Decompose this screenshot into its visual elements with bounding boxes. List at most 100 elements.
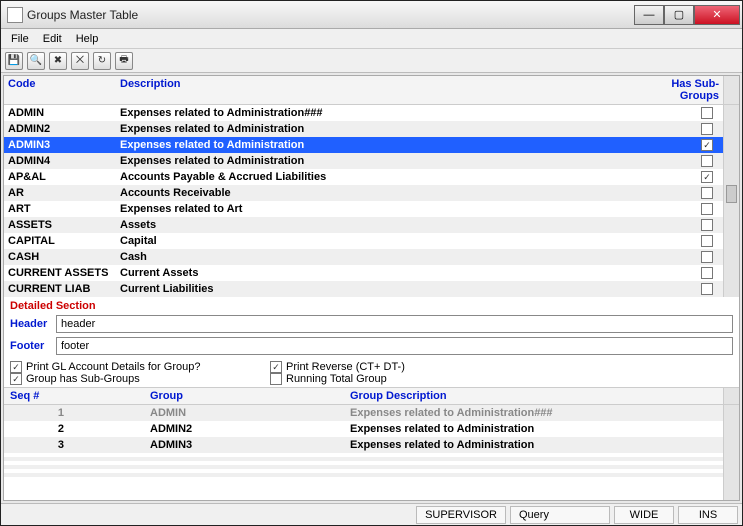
- table-row[interactable]: ADMIN3Expenses related to Administration…: [4, 137, 723, 153]
- cell-group: ADMIN2: [144, 421, 344, 437]
- opt-has-sub[interactable]: ✓ Group has Sub-Groups: [10, 373, 230, 385]
- cell-desc: Accounts Payable & Accrued Liabilities: [116, 169, 653, 185]
- checkbox-icon[interactable]: [701, 251, 713, 263]
- list-item-empty: [4, 477, 723, 481]
- cell-code: AP&AL: [4, 169, 116, 185]
- subgrid-body: 1ADMINExpenses related to Administration…: [4, 405, 739, 500]
- footer-label: Footer: [10, 340, 52, 352]
- table-row[interactable]: CURRENT LIABCurrent Liabilities: [4, 281, 723, 297]
- main-grid-body: ADMINExpenses related to Administration#…: [4, 105, 739, 297]
- checkbox-icon[interactable]: ✓: [701, 139, 713, 151]
- checkbox-icon[interactable]: [701, 267, 713, 279]
- table-row[interactable]: ADMIN4Expenses related to Administration: [4, 153, 723, 169]
- subgrid-header: Seq # Group Group Description: [4, 387, 739, 405]
- checkbox-icon[interactable]: ✓: [270, 361, 282, 373]
- main-grid-scrollbar[interactable]: [723, 105, 739, 297]
- checkbox-icon[interactable]: [270, 373, 282, 385]
- list-item[interactable]: 1ADMINExpenses related to Administration…: [4, 405, 723, 421]
- toolbar: 💾 🔍 ✖ ⨉ ↻ 🖶: [1, 49, 742, 73]
- detailed-section-label: Detailed Section: [4, 297, 739, 313]
- opt-print-rev[interactable]: ✓ Print Reverse (CT+ DT-): [270, 361, 490, 373]
- checkbox-icon[interactable]: [701, 283, 713, 295]
- menu-file[interactable]: File: [5, 31, 35, 47]
- cell-desc: Capital: [116, 233, 653, 249]
- options-panel: ✓ Print GL Account Details for Group? ✓ …: [4, 357, 739, 387]
- cell-groupdesc: Expenses related to Administration: [344, 421, 723, 437]
- status-wide[interactable]: WIDE: [614, 506, 674, 524]
- cell-code: ADMIN2: [4, 121, 116, 137]
- checkbox-icon[interactable]: [701, 107, 713, 119]
- cell-desc: Expenses related to Administration: [116, 121, 653, 137]
- main-window: Groups Master Table — ▢ ✕ File Edit Help…: [0, 0, 743, 526]
- col-header-desc[interactable]: Description: [116, 76, 653, 104]
- checkbox-icon[interactable]: [701, 187, 713, 199]
- opt-run-total[interactable]: Running Total Group: [270, 373, 490, 385]
- col-header-hassub[interactable]: Has Sub-Groups: [653, 76, 723, 104]
- table-row[interactable]: ARTExpenses related to Art: [4, 201, 723, 217]
- cancel-icon[interactable]: ⨉: [71, 52, 89, 70]
- cell-seq: 2: [4, 421, 144, 437]
- cell-code: ADMIN4: [4, 153, 116, 169]
- col-header-code[interactable]: Code: [4, 76, 116, 104]
- cell-desc: Accounts Receivable: [116, 185, 653, 201]
- cell-code: CURRENT ASSETS: [4, 265, 116, 281]
- table-row[interactable]: CAPITALCapital: [4, 233, 723, 249]
- cell-desc: Expenses related to Administration###: [116, 105, 653, 121]
- header-label: Header: [10, 318, 52, 330]
- header-input[interactable]: [56, 315, 733, 333]
- cell-group: ADMIN: [144, 405, 344, 421]
- app-icon: [7, 7, 23, 23]
- opt-run-total-label: Running Total Group: [286, 373, 387, 385]
- checkbox-icon[interactable]: [701, 219, 713, 231]
- search-icon[interactable]: 🔍: [27, 52, 45, 70]
- cell-seq: 3: [4, 437, 144, 453]
- main-grid-header: Code Description Has Sub-Groups: [4, 76, 739, 105]
- checkbox-icon[interactable]: [701, 155, 713, 167]
- table-row[interactable]: ADMIN2Expenses related to Administration: [4, 121, 723, 137]
- close-button[interactable]: ✕: [694, 5, 740, 25]
- table-row[interactable]: CURRENT ASSETSCurrent Assets: [4, 265, 723, 281]
- table-row[interactable]: CASHCash: [4, 249, 723, 265]
- print-icon[interactable]: 🖶: [115, 52, 133, 70]
- opt-print-gl[interactable]: ✓ Print GL Account Details for Group?: [10, 361, 230, 373]
- cell-groupdesc: Expenses related to Administration: [344, 437, 723, 453]
- titlebar[interactable]: Groups Master Table — ▢ ✕: [1, 1, 742, 29]
- list-item[interactable]: 2ADMIN2Expenses related to Administratio…: [4, 421, 723, 437]
- list-item[interactable]: 3ADMIN3Expenses related to Administratio…: [4, 437, 723, 453]
- refresh-icon[interactable]: ↻: [93, 52, 111, 70]
- opt-print-rev-label: Print Reverse (CT+ DT-): [286, 361, 405, 373]
- status-supervisor: SUPERVISOR: [416, 506, 506, 524]
- footer-input[interactable]: [56, 337, 733, 355]
- cell-code: ADMIN: [4, 105, 116, 121]
- subgrid-scrollbar[interactable]: [723, 405, 739, 500]
- menu-help[interactable]: Help: [70, 31, 105, 47]
- cell-desc: Assets: [116, 217, 653, 233]
- table-row[interactable]: AP&ALAccounts Payable & Accrued Liabilit…: [4, 169, 723, 185]
- checkbox-icon[interactable]: [701, 235, 713, 247]
- subcol-group[interactable]: Group: [144, 388, 344, 404]
- table-row[interactable]: ARAccounts Receivable: [4, 185, 723, 201]
- delete-icon[interactable]: ✖: [49, 52, 67, 70]
- checkbox-icon[interactable]: ✓: [701, 171, 713, 183]
- maximize-button[interactable]: ▢: [664, 5, 694, 25]
- statusbar: SUPERVISOR Query WIDE INS: [1, 503, 742, 525]
- save-icon[interactable]: 💾: [5, 52, 23, 70]
- menubar: File Edit Help: [1, 29, 742, 49]
- checkbox-icon[interactable]: [701, 123, 713, 135]
- cell-code: ADMIN3: [4, 137, 116, 153]
- subcol-seq[interactable]: Seq #: [4, 388, 144, 404]
- minimize-button[interactable]: —: [634, 5, 664, 25]
- checkbox-icon[interactable]: ✓: [10, 373, 22, 385]
- checkbox-icon[interactable]: ✓: [10, 361, 22, 373]
- cell-desc: Current Liabilities: [116, 281, 653, 297]
- subcol-desc[interactable]: Group Description: [344, 388, 723, 404]
- cell-code: ART: [4, 201, 116, 217]
- checkbox-icon[interactable]: [701, 203, 713, 215]
- status-ins[interactable]: INS: [678, 506, 738, 524]
- window-title: Groups Master Table: [27, 8, 634, 22]
- cell-desc: Current Assets: [116, 265, 653, 281]
- table-row[interactable]: ASSETSAssets: [4, 217, 723, 233]
- cell-desc: Expenses related to Administration: [116, 137, 653, 153]
- table-row[interactable]: ADMINExpenses related to Administration#…: [4, 105, 723, 121]
- menu-edit[interactable]: Edit: [37, 31, 68, 47]
